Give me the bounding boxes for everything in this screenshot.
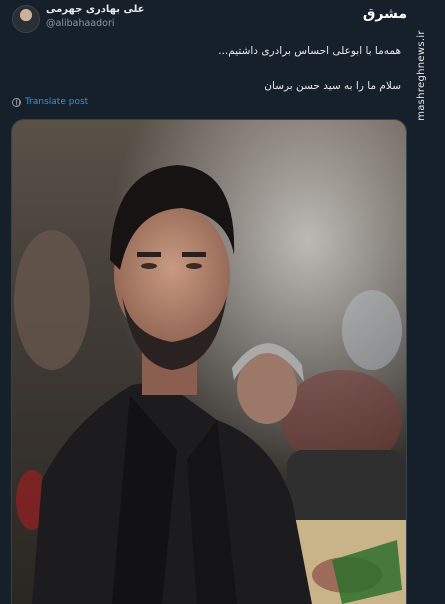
- author-handle[interactable]: @alibahaadori: [46, 18, 115, 29]
- globe-icon: [12, 97, 21, 107]
- translate-post-label: Translate post: [25, 97, 89, 107]
- site-watermark: mashreghnews.ir: [414, 28, 428, 123]
- photo-illustration: [12, 120, 406, 604]
- author-name[interactable]: علی بهادری جهرمی: [46, 4, 145, 15]
- tweet: علی بهادری جهرمی @alibahaadori مشرق mash…: [0, 0, 445, 604]
- mashregh-logo: مشرق: [363, 6, 407, 32]
- tweet-photo[interactable]: [11, 119, 407, 604]
- tweet-text-line-2: سلام ما را به سید حسن برسان: [264, 80, 401, 92]
- logo-text: مشرق: [362, 6, 407, 22]
- tweet-text-line-1: همه‌ما با ابوعلی احساس برادری داشتیم...: [218, 45, 401, 57]
- user-avatar[interactable]: [12, 5, 40, 33]
- site-watermark-text: mashreghnews.ir: [415, 30, 427, 121]
- translate-post-link[interactable]: Translate post: [12, 97, 88, 107]
